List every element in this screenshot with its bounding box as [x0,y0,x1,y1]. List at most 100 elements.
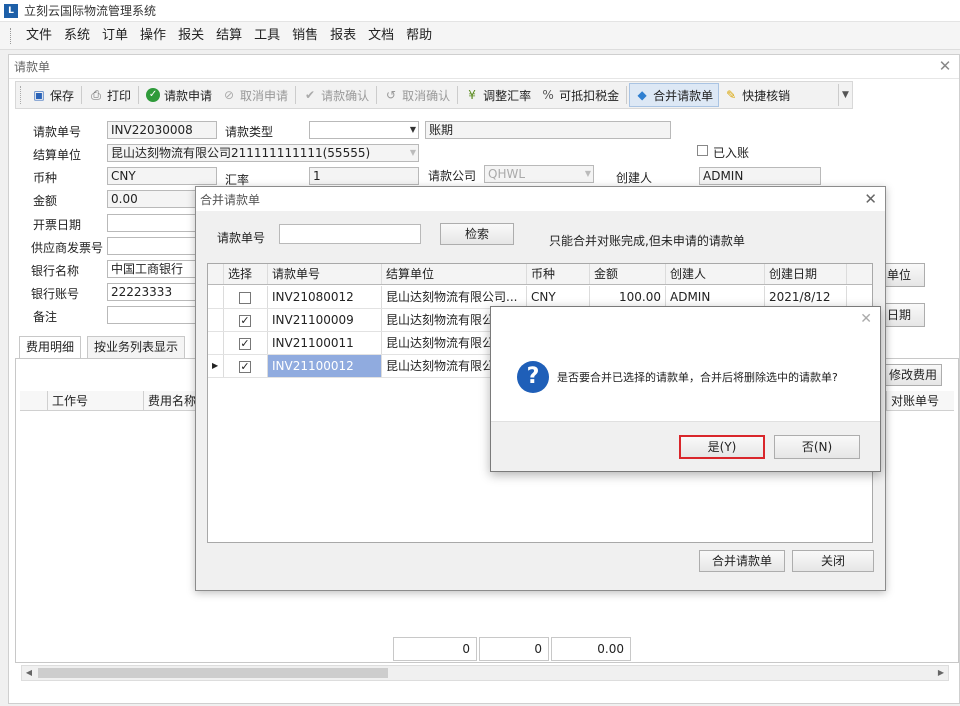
current-row-arrow-icon: ▶ [208,355,224,377]
merge-requests-button[interactable]: ◆ 合并请款单 [629,83,720,107]
toolbar-overflow-icon[interactable]: ▼ [838,84,852,106]
company-select[interactable]: QHWL ▼ [484,165,594,183]
bill-type-select[interactable]: ▼ [309,121,419,139]
detail-grid-indicator-header [20,391,48,411]
row-checkbox[interactable]: ✓ [239,361,251,373]
column-currency[interactable]: 币种 [527,264,590,284]
save-button[interactable]: ▣ 保存 [27,83,79,107]
row-check-mark: ✓ [240,314,250,327]
toolbar-grip [20,86,23,104]
tab-fee-detail[interactable]: 费用明细 [19,336,82,358]
row-checkbox[interactable] [239,292,251,304]
invoice-date-label: 开票日期 [33,218,82,232]
row-checkbox[interactable]: ✓ [239,338,251,350]
app-logo-icon: L [4,3,18,18]
menu-reports[interactable]: 报表 [324,22,362,50]
close-button[interactable]: 关闭 [792,550,874,572]
print-button[interactable]: ⎙ 打印 [84,83,136,107]
undo-icon: ↺ [386,88,397,102]
apply-button[interactable]: ✓ 请款申请 [141,83,217,107]
bank-account-label: 银行账号 [31,287,80,301]
request-no-cell: INV21100009 [268,309,382,331]
settle-unit-select[interactable]: 昆山达刻物流有限公司211111111111(55555) ▼ [107,144,419,162]
menu-documents[interactable]: 文档 [362,22,400,50]
confirm-dialog: ✕ ? 是否要合并已选择的请款单，合并后将删除选中的请款单? 是(Y) 否(N) [490,306,881,472]
no-button[interactable]: 否(N) [774,435,860,459]
booked-checkbox[interactable] [697,145,708,156]
column-creator[interactable]: 创建人 [666,264,765,284]
scroll-right-icon[interactable]: ▶ [934,666,948,680]
quick-verify-button[interactable]: ✎ 快捷核销 [719,83,795,107]
rate-field[interactable]: 1 [309,167,419,185]
cancel-confirm-button[interactable]: ↺ 取消确认 [379,83,455,107]
window-close-icon[interactable]: ✕ [937,58,953,74]
merge-submit-button[interactable]: 合并请款单 [699,550,785,572]
menu-tools[interactable]: 工具 [248,22,286,50]
menu-operation[interactable]: 操作 [134,22,172,50]
amount-label: 金额 [33,194,58,208]
amount-cell: 100.00 [590,286,666,308]
column-filler [847,264,872,284]
cancel-apply-button[interactable]: ⊘ 取消申请 [217,83,293,107]
column-job-no[interactable]: 工作号 [48,391,144,411]
column-amount[interactable]: 金额 [590,264,666,284]
close-icon[interactable]: ✕ [864,190,877,208]
menu-order[interactable]: 订单 [96,22,134,50]
menu-customs[interactable]: 报关 [172,22,210,50]
adjust-rate-button[interactable]: ¥ 调整汇率 [460,83,536,107]
deduct-tax-button[interactable]: % 可抵扣税金 [536,83,624,107]
yes-button[interactable]: 是(Y) [679,435,765,459]
toolbar: ▣ 保存 ⎙ 打印 ✓ 请款申请 ⊘ 取消申请 ✔ 请款确认 ↺ 取消确认 ¥ 调整汇率 % 可… [15,81,853,109]
sum-cell-3: 0.00 [551,637,631,661]
menu-system[interactable]: 系统 [58,22,96,50]
column-statement-no[interactable]: 对账单号 [886,391,954,411]
search-button[interactable]: 检索 [440,223,514,245]
row-indicator-header [208,264,224,284]
currency-label: 币种 [33,171,58,185]
confirm-message: 是否要合并已选择的请款单，合并后将删除选中的请款单? [557,371,838,384]
tab-business-list[interactable]: 按业务列表显示 [87,336,186,358]
confirm-footer: 是(Y) 否(N) [491,421,880,471]
row-indicator [208,286,224,308]
bill-no-field[interactable]: INV22030008 [107,121,217,139]
toolbar-separator [295,86,297,104]
currency-field[interactable]: CNY [107,167,217,185]
scroll-left-icon[interactable]: ◀ [22,666,36,680]
bank-name-label: 银行名称 [31,264,80,278]
supplier-invoice-label: 供应商发票号 [31,241,104,255]
toolbar-separator [457,86,459,104]
scrollbar-thumb[interactable] [38,668,388,678]
creator-label: 创建人 [616,171,653,185]
checkmark-icon: ✔ [305,88,316,102]
column-request-no[interactable]: 请款单号 [268,264,382,284]
edit-fee-button[interactable]: 修改费用 [884,364,942,386]
bill-type-label: 请款类型 [225,125,274,139]
menu-file[interactable]: 文件 [20,22,58,50]
column-settle-unit[interactable]: 结算单位 [382,264,527,284]
request-no-cell: INV21080012 [268,286,382,308]
sum-cell-1: 0 [393,637,477,661]
horizontal-scrollbar[interactable]: ◀ ▶ [21,665,949,681]
toolbar-separator [81,86,83,104]
menu-help[interactable]: 帮助 [400,22,438,50]
column-created-date[interactable]: 创建日期 [765,264,847,284]
settle-unit-label: 结算单位 [33,148,82,162]
window-title: 请款单 [9,55,959,79]
merge-search-input[interactable] [279,224,421,244]
booked-label: 已入账 [713,146,750,160]
row-check-mark: ✓ [240,360,250,373]
merge-grid-header: 选择 请款单号 结算单位 币种 金额 创建人 创建日期 [208,264,872,285]
cube-icon: ◆ [637,88,647,102]
menu-bar: 文件 系统 订单 操作 报关 结算 工具 销售 报表 文档 帮助 [0,22,960,50]
chevron-down-icon: ▼ [409,148,416,157]
period-field[interactable]: 账期 [425,121,671,139]
confirm-button[interactable]: ✔ 请款确认 [298,83,374,107]
creator-field[interactable]: ADMIN [699,167,821,185]
menu-sales[interactable]: 销售 [286,22,324,50]
merge-hint: 只能合并对账完成,但未申请的请款单 [549,234,745,248]
column-select[interactable]: 选择 [224,264,268,284]
row-checkbox[interactable]: ✓ [239,315,251,327]
creator-cell: ADMIN [666,286,765,308]
close-icon[interactable]: ✕ [860,311,872,327]
menu-settlement[interactable]: 结算 [210,22,248,50]
